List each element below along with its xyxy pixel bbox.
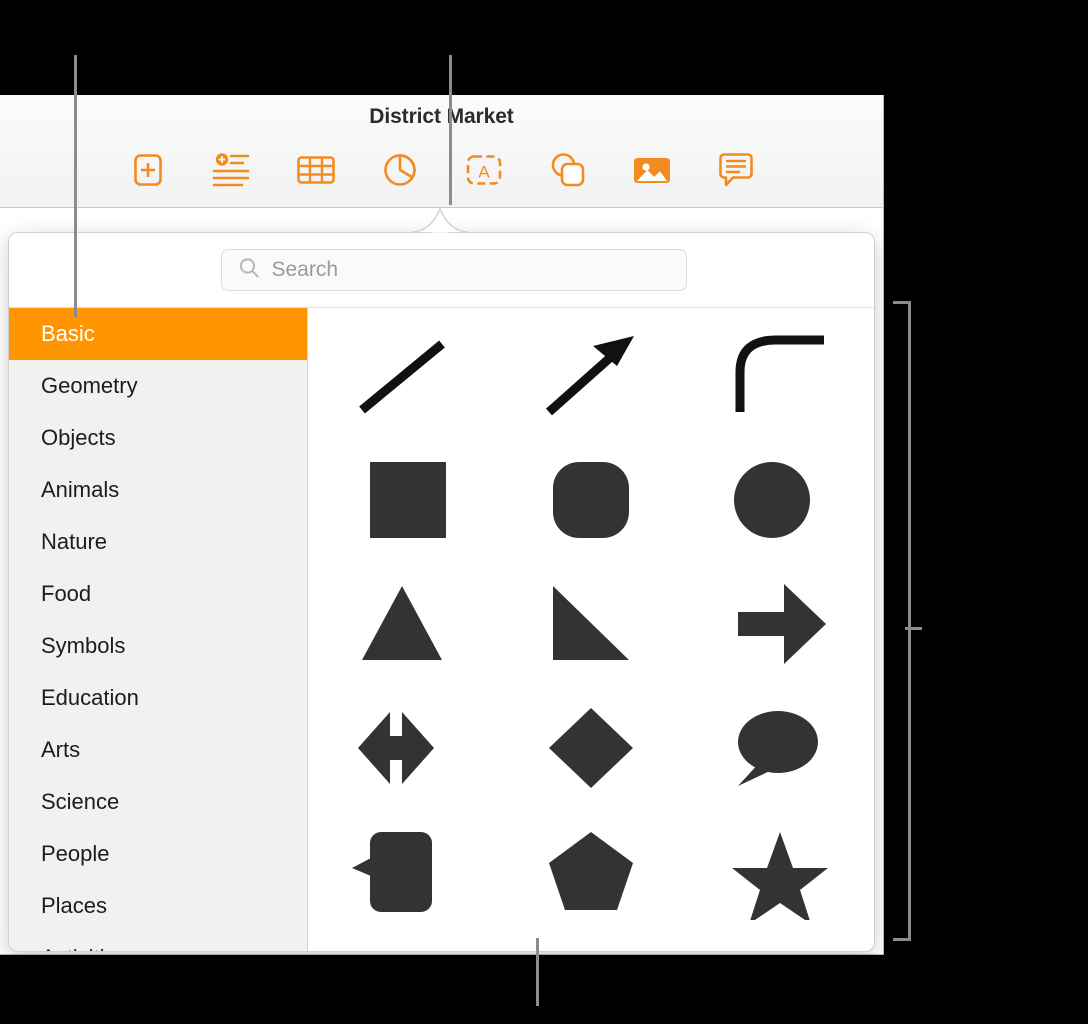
square-shape[interactable] xyxy=(320,438,484,562)
callout-bracket-tick xyxy=(905,627,922,630)
sidebar-item-label: Food xyxy=(41,581,92,606)
sidebar-item-activities[interactable]: Activities xyxy=(9,932,307,951)
sidebar-item-label: Education xyxy=(41,685,139,710)
search-field[interactable] xyxy=(220,249,687,291)
line-shape[interactable] xyxy=(320,314,484,438)
shapes-circle-square-icon xyxy=(548,151,588,189)
sidebar-item-label: Animals xyxy=(41,477,120,502)
circle-shape[interactable] xyxy=(698,438,862,562)
callout-leader-shapes-grid xyxy=(536,938,539,1006)
sidebar-item-label: Nature xyxy=(41,529,108,554)
sidebar-item-education[interactable]: Education xyxy=(9,672,307,724)
main-toolbar: A xyxy=(0,143,883,197)
add-shape-button[interactable] xyxy=(541,143,595,197)
rounded-square-shape[interactable] xyxy=(509,438,673,562)
add-media-button[interactable] xyxy=(625,143,679,197)
search-magnifier-icon xyxy=(238,257,260,284)
category-sidebar[interactable]: Basic Geometry Objects Animals Nature Fo… xyxy=(9,308,308,951)
curved-line-shape[interactable] xyxy=(698,314,862,438)
sidebar-item-food[interactable]: Food xyxy=(9,568,307,620)
table-grid-icon xyxy=(296,153,336,187)
window-titlebar: District Market A xyxy=(0,95,883,208)
arrow-shape[interactable] xyxy=(509,314,673,438)
photo-mountain-icon xyxy=(631,153,673,187)
star-shape[interactable] xyxy=(698,810,862,934)
sidebar-item-label: People xyxy=(41,841,110,866)
popover-search-row xyxy=(9,233,874,308)
screenshot-root: District Market A Search Basic Geometry … xyxy=(0,0,1088,1024)
sidebar-item-symbols[interactable]: Symbols xyxy=(9,620,307,672)
pie-chart-icon xyxy=(382,152,418,188)
shapes-popover: Basic Geometry Objects Animals Nature Fo… xyxy=(8,232,875,952)
sidebar-item-label: Places xyxy=(41,893,108,918)
comment-bubble-icon xyxy=(717,151,755,189)
callout-leader-shape-tool xyxy=(449,55,452,205)
diamond-shape[interactable] xyxy=(509,686,673,810)
add-comment-button[interactable] xyxy=(709,143,763,197)
callout-rect-shape[interactable] xyxy=(320,810,484,934)
search-input[interactable] xyxy=(271,258,686,282)
right-triangle-shape[interactable] xyxy=(509,562,673,686)
sidebar-item-label: Basic xyxy=(41,321,95,346)
sidebar-item-nature[interactable]: Nature xyxy=(9,516,307,568)
plus-in-rounded-square-icon xyxy=(131,152,165,188)
sidebar-item-people[interactable]: People xyxy=(9,828,307,880)
add-page-button[interactable] xyxy=(121,143,175,197)
text-box-a-icon: A xyxy=(463,153,505,187)
svg-text:A: A xyxy=(478,163,490,182)
sidebar-item-objects[interactable]: Objects xyxy=(9,412,307,464)
add-chart-button[interactable] xyxy=(373,143,427,197)
sidebar-item-label: Symbols xyxy=(41,633,126,658)
sidebar-item-geometry[interactable]: Geometry xyxy=(9,360,307,412)
sidebar-item-label: Geometry xyxy=(41,373,138,398)
sidebar-item-label: Activities xyxy=(41,945,128,951)
callout-leader-sidebar xyxy=(74,55,77,317)
add-table-button[interactable] xyxy=(289,143,343,197)
add-textbox-button[interactable]: A xyxy=(457,143,511,197)
page-title: District Market xyxy=(369,105,514,128)
text-lines-plus-icon xyxy=(212,152,252,188)
speech-oval-shape[interactable] xyxy=(698,686,862,810)
double-arrow-shape[interactable] xyxy=(320,686,484,810)
pentagon-shape[interactable] xyxy=(509,810,673,934)
callout-bracket-shapes-panel xyxy=(893,301,911,941)
shapes-grid xyxy=(308,308,874,951)
popover-body: Basic Geometry Objects Animals Nature Fo… xyxy=(9,308,874,951)
add-text-button[interactable] xyxy=(205,143,259,197)
sidebar-item-science[interactable]: Science xyxy=(9,776,307,828)
sidebar-item-places[interactable]: Places xyxy=(9,880,307,932)
sidebar-item-label: Science xyxy=(41,789,120,814)
sidebar-item-label: Objects xyxy=(41,425,116,450)
sidebar-item-arts[interactable]: Arts xyxy=(9,724,307,776)
popover-arrow xyxy=(408,205,472,233)
sidebar-item-basic[interactable]: Basic xyxy=(9,308,307,360)
block-arrow-shape[interactable] xyxy=(698,562,862,686)
triangle-shape[interactable] xyxy=(320,562,484,686)
sidebar-item-animals[interactable]: Animals xyxy=(9,464,307,516)
sidebar-item-label: Arts xyxy=(41,737,81,762)
